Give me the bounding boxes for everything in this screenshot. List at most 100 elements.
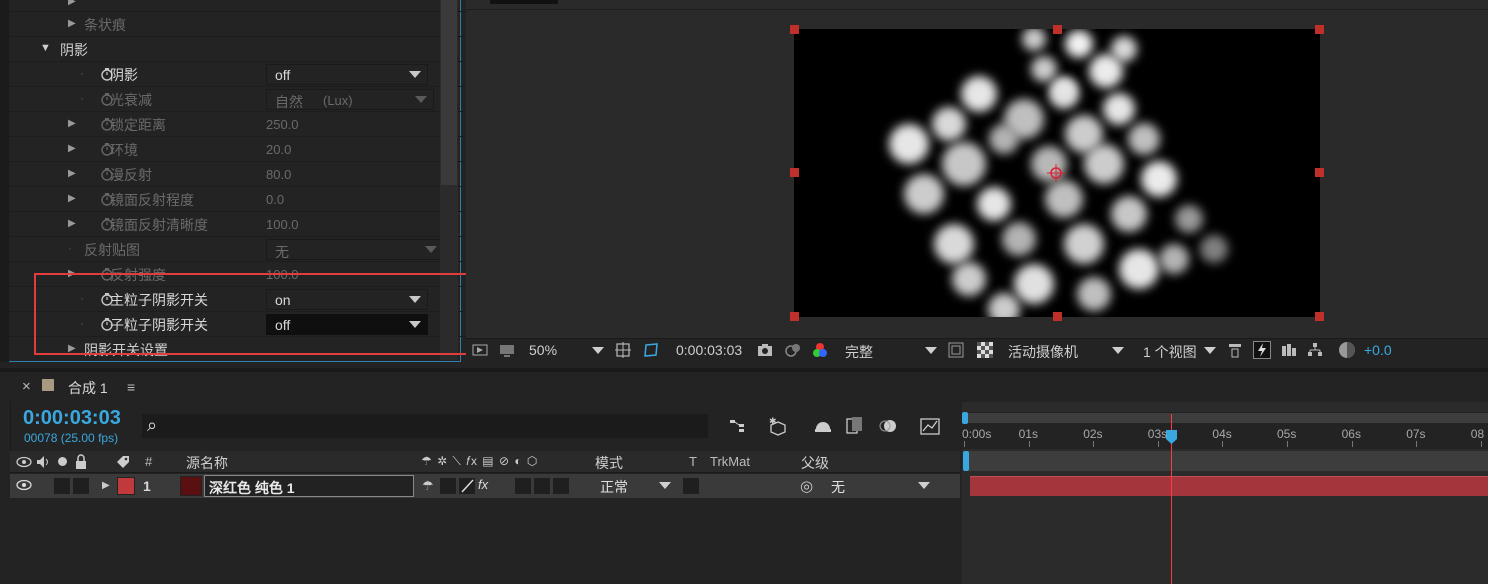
fast-preview-icon[interactable]: [1253, 341, 1271, 359]
viewer-tab[interactable]: [490, 0, 558, 4]
layer-label-color[interactable]: [117, 477, 135, 495]
expand-arrow-icon[interactable]: ▶: [68, 118, 76, 129]
column-number[interactable]: #: [145, 454, 152, 469]
transform-handle[interactable]: [1315, 312, 1324, 321]
light-falloff-dropdown[interactable]: 自然 (Lux): [266, 89, 434, 110]
expand-arrow-icon[interactable]: ▶: [68, 18, 76, 29]
viewer-timecode[interactable]: 0:00:03:03: [676, 342, 742, 358]
transform-handle[interactable]: [1053, 312, 1062, 321]
expand-arrow-icon[interactable]: ▶: [68, 143, 76, 154]
channel-rgb-icon[interactable]: [812, 342, 828, 358]
timeline-icon[interactable]: [1281, 342, 1297, 358]
pick-whip-icon[interactable]: ◎: [800, 477, 813, 495]
motion-blur-switch[interactable]: [534, 478, 550, 494]
monitor-icon[interactable]: [499, 342, 515, 358]
expand-arrow-icon[interactable]: ▶: [68, 218, 76, 229]
transform-handle[interactable]: [790, 25, 799, 34]
expand-arrow-icon[interactable]: ▶: [68, 193, 76, 204]
flowchart-icon[interactable]: [1307, 342, 1323, 358]
chevron-down-icon[interactable]: [1204, 347, 1216, 354]
tab-menu-icon[interactable]: ≡: [127, 379, 135, 395]
work-area-bar[interactable]: [964, 451, 1488, 471]
chevron-down-icon[interactable]: [918, 482, 930, 489]
draft-3d-icon[interactable]: ✱: [768, 416, 788, 436]
close-tab-icon[interactable]: ×: [22, 378, 31, 395]
transparency-grid-icon[interactable]: [977, 342, 993, 358]
graph-editor-icon[interactable]: [920, 416, 940, 436]
frame-blend-switch[interactable]: [515, 478, 531, 494]
transform-handle[interactable]: [790, 168, 799, 177]
solo-icon[interactable]: [58, 457, 67, 466]
parent-select[interactable]: 无: [831, 477, 845, 497]
camera-snapshot-icon[interactable]: [757, 342, 773, 358]
property-value[interactable]: 0.0: [266, 192, 284, 207]
label-tag-icon[interactable]: [115, 454, 131, 470]
transform-handle[interactable]: [1315, 168, 1324, 177]
eye-icon[interactable]: [16, 477, 32, 493]
transform-handle[interactable]: [790, 312, 799, 321]
expand-arrow-icon[interactable]: ▶: [68, 168, 76, 179]
resolution-select[interactable]: 完整: [845, 342, 873, 362]
solo-toggle[interactable]: [54, 478, 70, 494]
search-input[interactable]: [142, 414, 708, 438]
navigator-start-handle[interactable]: [962, 412, 968, 424]
adjustment-switch[interactable]: [553, 478, 569, 494]
comp-mini-flowchart-icon[interactable]: [729, 418, 745, 434]
layer-switches-header[interactable]: ☂ ✲ ⟍ 𝑓x ▤ ⊘ ◐ ⬡: [421, 454, 538, 469]
chevron-down-icon[interactable]: [659, 482, 671, 489]
shy-layers-icon[interactable]: [813, 417, 833, 435]
quality-switch-icon[interactable]: [459, 478, 475, 494]
expand-arrow-icon[interactable]: ▶: [102, 480, 110, 491]
time-navigator-bar[interactable]: [964, 413, 1488, 423]
chevron-down-icon[interactable]: [592, 347, 604, 354]
column-t[interactable]: T: [689, 454, 697, 469]
eye-icon[interactable]: [16, 454, 32, 470]
chevron-down-icon[interactable]: [1112, 347, 1124, 354]
reflection-map-dropdown[interactable]: 无: [266, 239, 444, 260]
property-value[interactable]: 100.0: [266, 217, 299, 232]
property-value[interactable]: 250.0: [266, 117, 299, 132]
motion-blur-icon[interactable]: [879, 417, 897, 435]
exposure-value[interactable]: +0.0: [1364, 342, 1392, 358]
column-mode[interactable]: 模式: [595, 453, 623, 473]
mask-path-icon[interactable]: [643, 342, 659, 358]
transform-handle[interactable]: [1315, 25, 1324, 34]
collapse-arrow-icon[interactable]: ▼: [40, 42, 51, 54]
camera-select[interactable]: 活动摄像机: [1008, 342, 1078, 362]
exposure-icon[interactable]: [1338, 341, 1356, 359]
frame-blending-icon[interactable]: [846, 416, 864, 436]
anchor-point-icon[interactable]: [1047, 164, 1065, 182]
collapse-switch[interactable]: [440, 478, 456, 494]
toggle-pixel-aspect-icon[interactable]: [1227, 342, 1243, 358]
effects-scrollbar-thumb[interactable]: [441, 0, 457, 185]
preview-icon[interactable]: [472, 342, 488, 358]
expand-arrow-icon[interactable]: ▶: [68, 0, 76, 7]
property-label: 镜面反射清晰度: [110, 217, 208, 233]
shy-switch-icon[interactable]: ☂: [422, 478, 434, 494]
column-source-name[interactable]: 源名称: [186, 453, 228, 473]
region-of-interest-icon[interactable]: [948, 342, 964, 358]
mode-select[interactable]: 正常: [600, 477, 628, 497]
playhead-icon[interactable]: [1166, 430, 1177, 444]
safe-area-icon[interactable]: [615, 342, 631, 358]
lock-toggle[interactable]: [73, 478, 89, 494]
transform-handle[interactable]: [1053, 25, 1062, 34]
work-area-start-handle[interactable]: [963, 451, 969, 471]
column-trkmat[interactable]: TrkMat: [710, 454, 750, 469]
view-layout-select[interactable]: 1 个视图: [1143, 342, 1197, 362]
trkmat-toggle[interactable]: [683, 478, 699, 494]
show-snapshot-icon[interactable]: [785, 342, 801, 358]
current-time-display[interactable]: 0:00:03:03: [23, 407, 121, 430]
layer-name-field[interactable]: 深红色 纯色 1: [204, 475, 414, 497]
lock-icon[interactable]: [73, 454, 89, 470]
composition-tab[interactable]: 合成 1: [68, 378, 108, 398]
zoom-level[interactable]: 50%: [529, 342, 557, 358]
property-value[interactable]: 80.0: [266, 167, 291, 182]
audio-icon[interactable]: [35, 454, 51, 470]
chevron-down-icon[interactable]: [925, 347, 937, 354]
shadow-dropdown[interactable]: off: [266, 64, 428, 85]
property-value[interactable]: 20.0: [266, 142, 291, 157]
layer-duration-bar[interactable]: [970, 476, 1488, 496]
column-parent[interactable]: 父级: [801, 453, 829, 473]
effects-switch-icon[interactable]: fx: [478, 477, 488, 492]
